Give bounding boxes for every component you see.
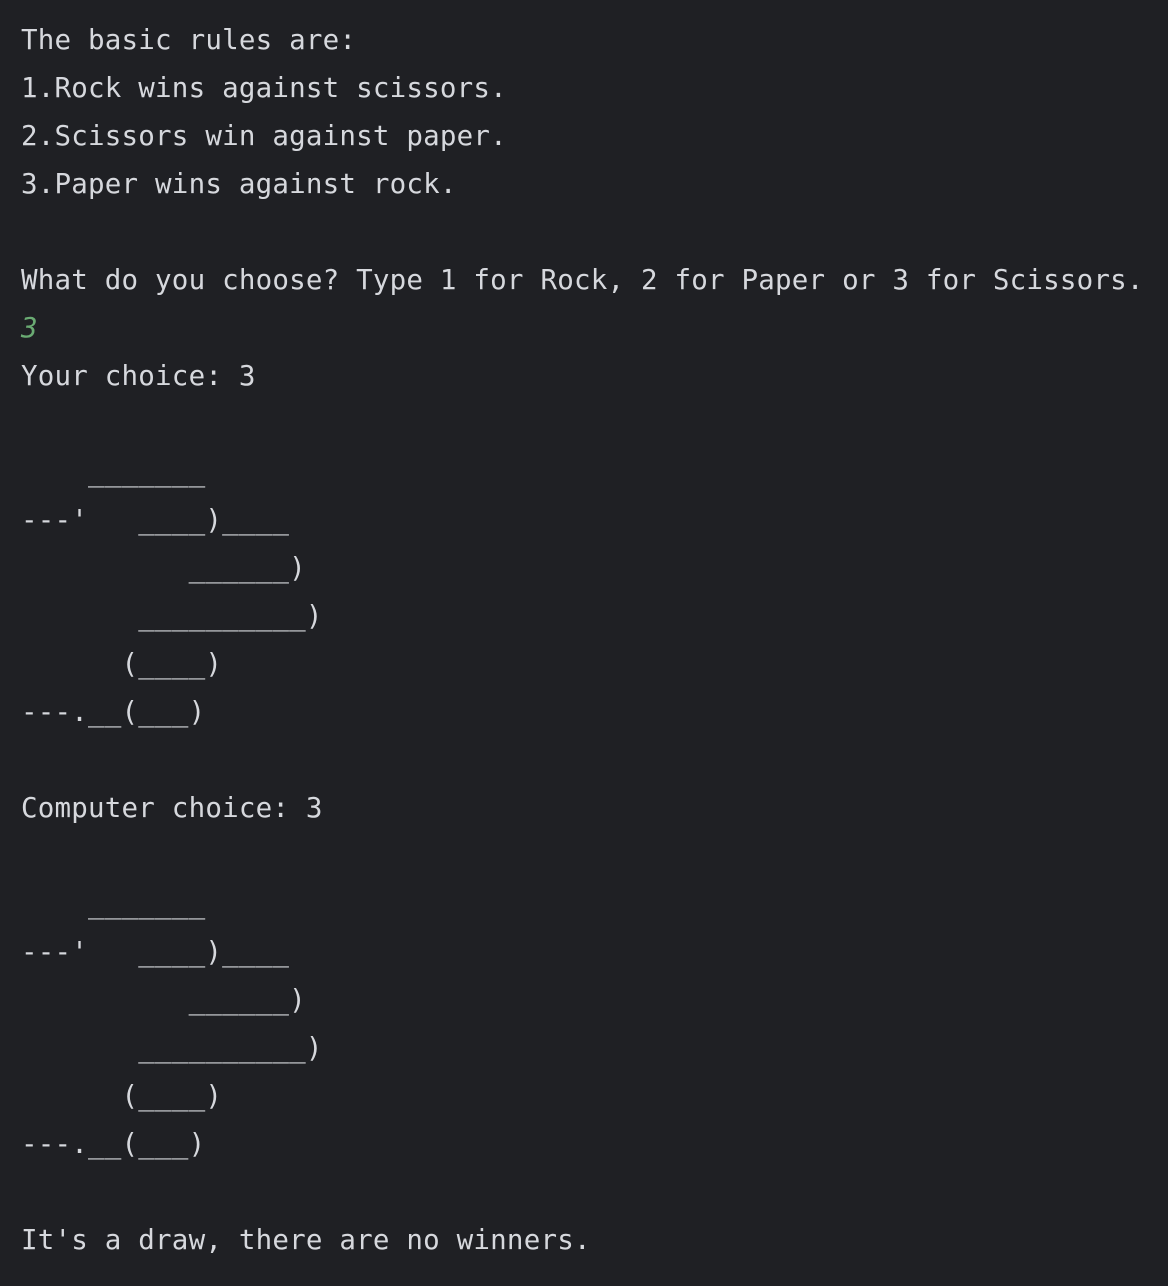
computer-choice-line: Computer choice: 3 — [21, 792, 323, 824]
ascii-art-line: _______ — [21, 888, 206, 920]
ascii-art-line: ---' ____)____ — [21, 504, 290, 536]
ascii-art-line: _______ — [21, 456, 206, 488]
your-choice-line: Your choice: 3 — [21, 360, 256, 392]
ascii-art-line: ______) — [21, 984, 306, 1016]
result-message: It's a draw, there are no winners. — [21, 1224, 591, 1256]
ascii-art-line: ---' ____)____ — [21, 936, 290, 968]
ascii-art-line: (____) — [21, 648, 223, 680]
ascii-art-line: __________) — [21, 1032, 323, 1064]
rule-line-3: 3.Paper wins against rock. — [21, 168, 457, 200]
ascii-art-line: __________) — [21, 600, 323, 632]
ascii-art-line: ---.__(___) — [21, 1128, 206, 1160]
rule-line-2: 2.Scissors win against paper. — [21, 120, 507, 152]
rule-line-1: 1.Rock wins against scissors. — [21, 72, 507, 104]
ascii-art-line: ______) — [21, 552, 306, 584]
ascii-art-line: (____) — [21, 1080, 223, 1112]
user-input-echo: 3 — [21, 312, 38, 344]
rules-heading: The basic rules are: — [21, 24, 357, 56]
choice-prompt: What do you choose? Type 1 for Rock, 2 f… — [21, 264, 1144, 296]
ascii-art-line: ---.__(___) — [21, 696, 206, 728]
run-console-output: The basic rules are: 1.Rock wins against… — [0, 0, 1168, 1286]
